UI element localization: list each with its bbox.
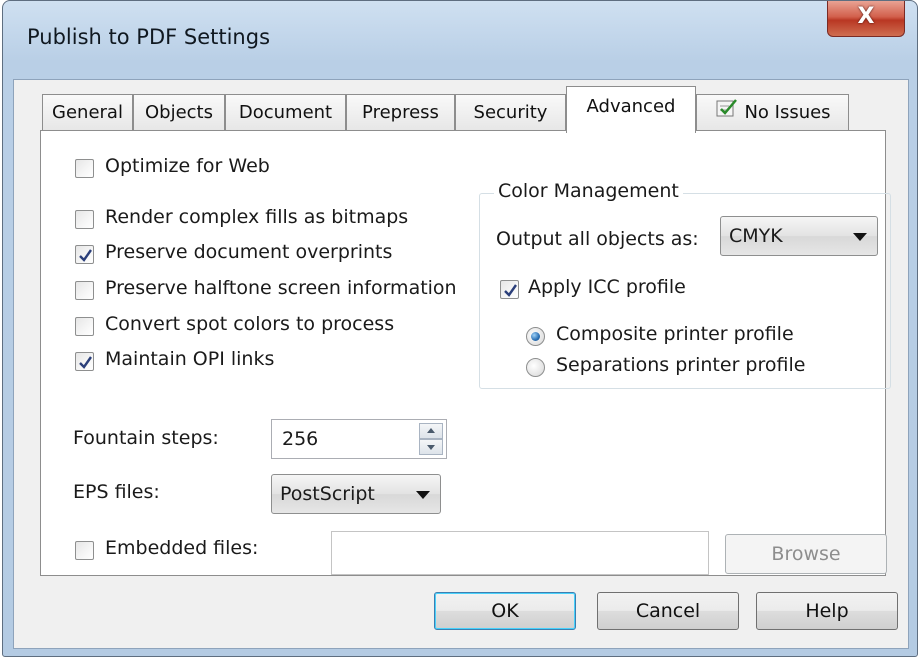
checkmark-icon xyxy=(79,249,92,262)
tab-no-issues-label: No Issues xyxy=(744,102,831,123)
optimize-for-web-label[interactable]: Optimize for Web xyxy=(105,155,270,177)
maintain-opi-label[interactable]: Maintain OPI links xyxy=(105,348,274,370)
optimize-for-web-checkbox[interactable] xyxy=(75,159,94,178)
composite-profile-radio[interactable] xyxy=(526,327,545,346)
apply-icc-label[interactable]: Apply ICC profile xyxy=(528,276,686,298)
preserve-overprints-label[interactable]: Preserve document overprints xyxy=(105,241,392,263)
separations-profile-label[interactable]: Separations printer profile xyxy=(556,354,805,376)
title-bar[interactable]: Publish to PDF Settings X xyxy=(3,1,917,79)
render-complex-fills-label[interactable]: Render complex fills as bitmaps xyxy=(105,206,408,228)
spin-up-icon[interactable] xyxy=(419,423,443,439)
fountain-steps-label: Fountain steps: xyxy=(73,427,219,449)
tab-security[interactable]: Security xyxy=(455,94,566,132)
convert-spot-colors-checkbox[interactable] xyxy=(75,317,94,336)
render-complex-fills-checkbox[interactable] xyxy=(75,210,94,229)
tab-general[interactable]: General xyxy=(42,94,133,132)
eps-files-value: PostScript xyxy=(280,483,375,505)
tab-document[interactable]: Document xyxy=(225,94,346,132)
separations-profile-radio[interactable] xyxy=(526,358,545,377)
preserve-overprints-checkbox[interactable] xyxy=(75,245,94,264)
composite-profile-label[interactable]: Composite printer profile xyxy=(556,323,794,345)
output-objects-label: Output all objects as: xyxy=(496,228,699,250)
browse-button[interactable]: Browse xyxy=(725,534,887,574)
tab-advanced[interactable]: Advanced xyxy=(566,86,696,133)
output-objects-value: CMYK xyxy=(729,225,783,247)
close-button[interactable]: X xyxy=(827,1,905,37)
preserve-halftone-checkbox[interactable] xyxy=(75,281,94,300)
fountain-steps-value[interactable]: 256 xyxy=(282,428,318,450)
dropdown-arrow-icon xyxy=(853,233,867,241)
dropdown-arrow-icon xyxy=(416,491,430,499)
help-button[interactable]: Help xyxy=(756,592,898,630)
embedded-files-label[interactable]: Embedded files: xyxy=(105,537,258,559)
tab-prepress[interactable]: Prepress xyxy=(346,94,455,132)
advanced-panel: Optimize for Web Render complex fills as… xyxy=(40,130,891,576)
apply-icc-checkbox[interactable] xyxy=(500,280,519,299)
checkmark-icon xyxy=(504,284,517,297)
dialog-title: Publish to PDF Settings xyxy=(27,25,271,49)
tab-no-issues[interactable]: No Issues xyxy=(696,94,849,132)
embedded-files-input[interactable] xyxy=(331,531,709,575)
color-management-title: Color Management xyxy=(494,180,683,202)
eps-files-label: EPS files: xyxy=(73,481,160,503)
cancel-button[interactable]: Cancel xyxy=(597,592,739,630)
fountain-steps-spinner[interactable]: 256 xyxy=(271,419,447,459)
embedded-files-checkbox[interactable] xyxy=(75,541,94,560)
dialog-client: General Objects Document Prepress Securi… xyxy=(13,79,909,649)
checklist-icon xyxy=(714,95,740,131)
output-objects-dropdown[interactable]: CMYK xyxy=(720,216,878,256)
maintain-opi-checkbox[interactable] xyxy=(75,352,94,371)
dialog-window: Publish to PDF Settings X General Object… xyxy=(2,0,918,657)
tab-strip: General Objects Document Prepress Securi… xyxy=(14,80,908,133)
ok-button[interactable]: OK xyxy=(434,592,576,630)
convert-spot-colors-label[interactable]: Convert spot colors to process xyxy=(105,313,394,335)
color-management-group: Color Management Output all objects as: … xyxy=(479,180,891,389)
eps-files-dropdown[interactable]: PostScript xyxy=(271,474,441,514)
tab-objects[interactable]: Objects xyxy=(133,94,225,132)
spin-buttons xyxy=(419,423,443,455)
checkmark-icon xyxy=(79,356,92,369)
spin-down-icon[interactable] xyxy=(419,439,443,455)
preserve-halftone-label[interactable]: Preserve halftone screen information xyxy=(105,277,457,299)
